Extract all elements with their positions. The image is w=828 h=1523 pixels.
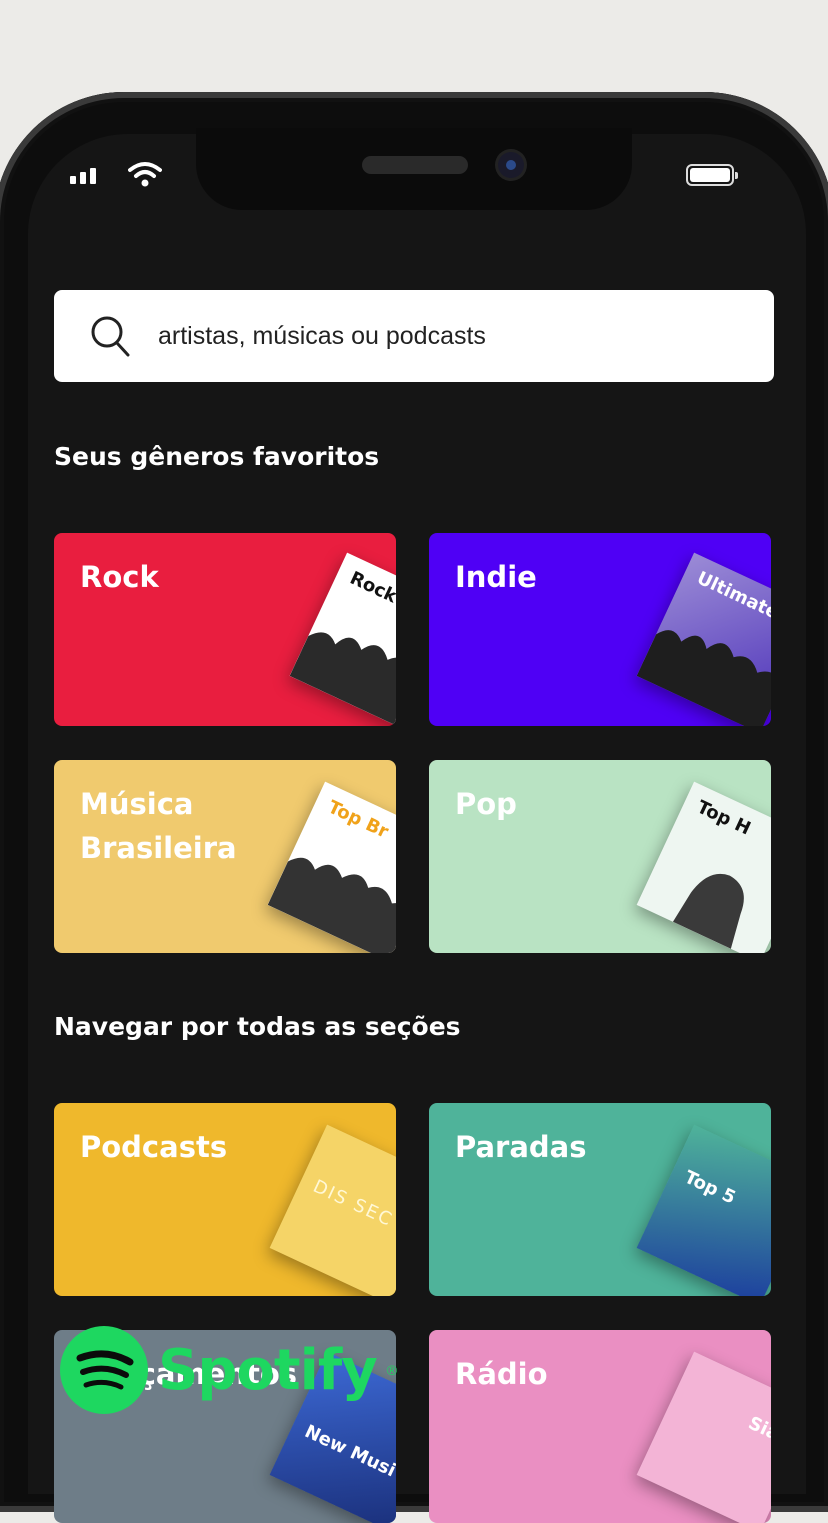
wifi-icon <box>128 162 162 187</box>
cover-title: Rock T <box>346 567 396 616</box>
section-card-podcasts[interactable]: Podcasts DIS SEC <box>54 1103 396 1296</box>
cover-title: Sia <box>745 1412 771 1445</box>
genre-card-pop[interactable]: Pop Top H <box>429 760 771 953</box>
registered-mark: ® <box>386 1362 398 1378</box>
cover-title: Top H <box>693 796 754 840</box>
signal-icon <box>70 168 96 184</box>
section-title-browse: Navegar por todas as seções <box>54 1012 461 1041</box>
playlist-cover: Rock T <box>289 552 396 726</box>
genre-card-indie[interactable]: Indie Ultimate I <box>429 533 771 726</box>
genre-label: Indie <box>455 560 537 594</box>
search-input[interactable] <box>156 320 720 352</box>
search-bar[interactable] <box>54 290 774 382</box>
genre-card-rock[interactable]: Rock Rock T <box>54 533 396 726</box>
section-label: Rádio <box>455 1357 548 1391</box>
genre-card-musica-brasileira[interactable]: Música Brasileira Top Br <box>54 760 396 953</box>
section-title-favorites: Seus gêneros favoritos <box>54 442 380 471</box>
genre-label: Música Brasileira <box>80 787 237 865</box>
search-icon <box>91 316 130 357</box>
genre-label: Pop <box>455 787 517 821</box>
front-camera <box>498 152 524 178</box>
spotify-logo: Spotify ® <box>60 1326 397 1414</box>
cover-title: DIS SEC <box>309 1175 396 1232</box>
genre-label: Rock <box>80 560 159 594</box>
section-label: Paradas <box>455 1130 587 1164</box>
spotify-wordmark: Spotify <box>158 1337 378 1403</box>
cover-title: Top 5 <box>681 1166 739 1209</box>
spotify-icon <box>60 1326 148 1414</box>
cover-title: Top Br <box>324 796 392 843</box>
battery-icon <box>686 164 738 186</box>
section-card-paradas[interactable]: Paradas Top 5 <box>429 1103 771 1296</box>
section-label: Podcasts <box>80 1130 228 1164</box>
section-card-radio[interactable]: Rádio Sia <box>429 1330 771 1523</box>
speaker <box>362 156 468 174</box>
cover-title: New Musi <box>301 1420 396 1482</box>
